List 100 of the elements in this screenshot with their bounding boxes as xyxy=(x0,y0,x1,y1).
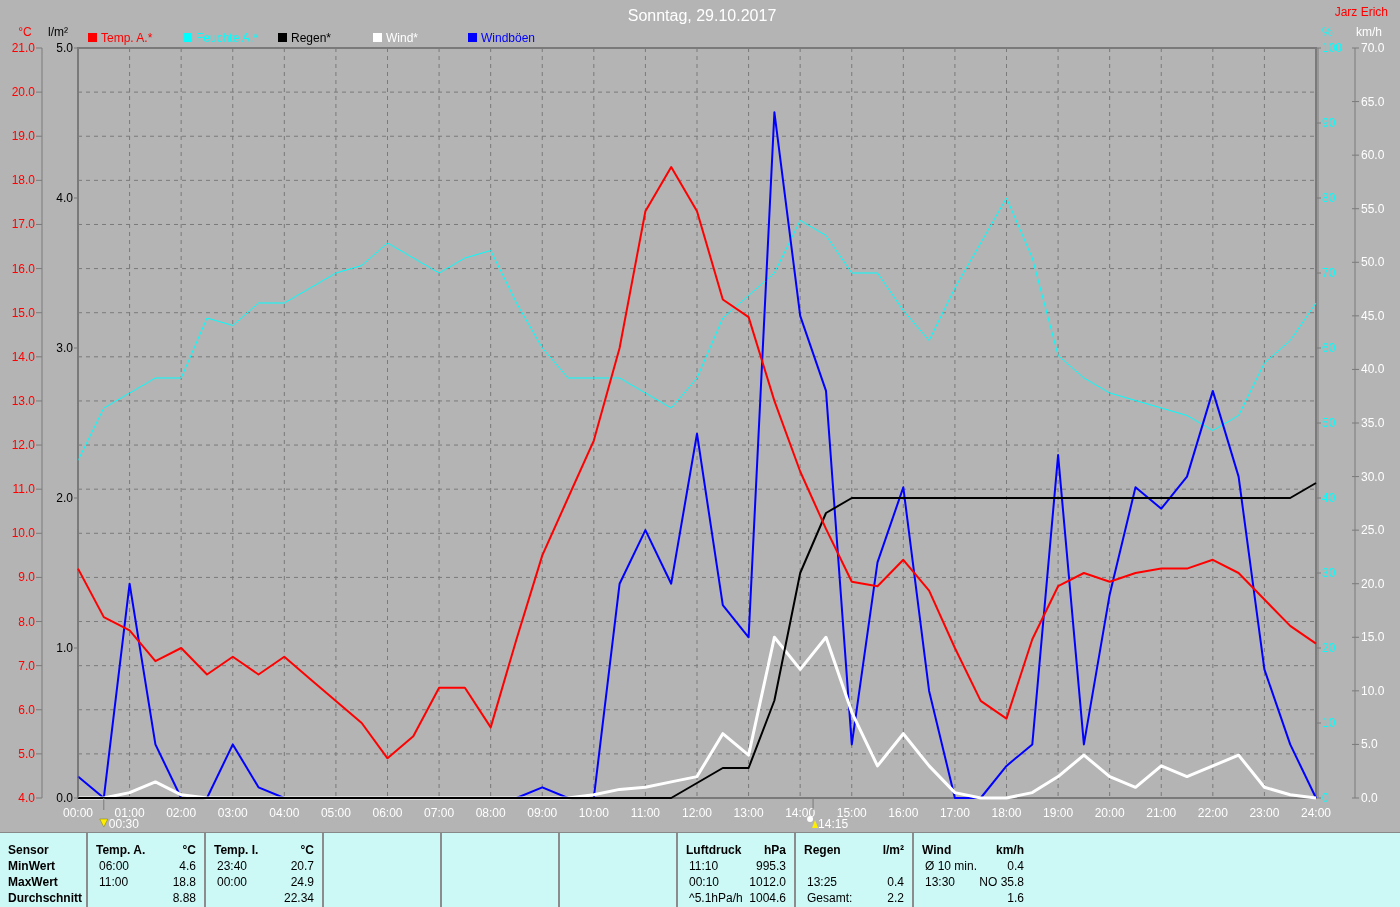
row-label: Sensor xyxy=(8,842,49,858)
column-header: Temp. I. xyxy=(214,842,259,858)
legend-label: Regen* xyxy=(291,31,332,45)
axis-tick-label: 19:00 xyxy=(1043,806,1074,820)
column-header: Luftdruck xyxy=(686,842,742,858)
table-cell: 0.4 xyxy=(1007,858,1024,874)
column-header: Wind xyxy=(922,842,952,858)
axis-tick-label: 21.0 xyxy=(11,41,35,55)
axis-tick-label: 11:00 xyxy=(630,806,660,820)
axis-tick-label: 20.0 xyxy=(11,85,35,100)
axis-tick-label: 70.0 xyxy=(1361,41,1385,55)
table-cell: 2.2 xyxy=(887,890,904,906)
unit-label: l/m² xyxy=(882,842,904,858)
axis-tick-label: 22:00 xyxy=(1197,806,1228,820)
table-cell: 18.8 xyxy=(172,874,196,890)
event-time-label: 14:15 xyxy=(818,817,849,831)
axis-tick-label: 08:00 xyxy=(475,806,506,820)
legend-label: Temp. A.* xyxy=(101,31,153,45)
legend-label: Wind* xyxy=(386,31,418,45)
axis-tick-label: 15.0 xyxy=(11,305,35,320)
table-cell-text: 11:00 xyxy=(98,874,129,890)
axis-tick-label: 55.0 xyxy=(1361,201,1385,216)
axis-tick-label: 14.0 xyxy=(11,349,35,364)
table-cell: 8.88 xyxy=(172,890,196,906)
table-cell-text: 11:10 xyxy=(688,858,719,874)
axis-tick-label: 01:00 xyxy=(114,806,145,820)
axis-tick-label: 19.0 xyxy=(11,129,35,144)
axis-tick-label: 70 xyxy=(1322,266,1336,280)
table-cell-text: 00:10 xyxy=(688,874,720,890)
axis-unit-label: °C xyxy=(18,25,32,39)
axis-tick-label: 03:00 xyxy=(217,806,248,820)
axis-tick-label: 12.0 xyxy=(11,438,35,453)
axis-tick-label: 05:00 xyxy=(320,806,351,820)
table-cell-text: 13:30 xyxy=(924,874,956,890)
axis-tick-label: 30.0 xyxy=(1361,469,1385,484)
axis-tick-label: 5.0 xyxy=(56,41,73,55)
axis-tick-label: 16.0 xyxy=(11,261,35,276)
column-header: Temp. A. xyxy=(96,842,146,858)
axis-tick-label: 10:00 xyxy=(578,806,609,820)
axis-tick-label: 17:00 xyxy=(939,806,970,820)
axis-tick-label: 23:00 xyxy=(1249,806,1280,820)
column-header: Regen xyxy=(804,842,841,858)
axis-tick-label: 24:00 xyxy=(1301,806,1331,820)
legend-swatch xyxy=(88,33,97,42)
legend-swatch xyxy=(183,33,192,42)
axis-tick-label: 100 xyxy=(1322,41,1343,55)
axis-tick-label: 5.0 xyxy=(1361,737,1378,752)
table-cell-text: 00:00 xyxy=(216,874,248,890)
table-cell: 1004.6 xyxy=(749,890,786,906)
axis-tick-label: 35.0 xyxy=(1361,416,1385,430)
axis-tick-label: 5.0 xyxy=(18,746,35,761)
table-cell-text: 23:40 xyxy=(216,858,248,874)
axis-tick-label: 17.0 xyxy=(11,217,35,232)
axis-tick-label: 20:00 xyxy=(1094,806,1125,820)
axis-tick-label: 09:00 xyxy=(527,806,558,820)
axis-tick-label: 10.0 xyxy=(1361,683,1385,698)
axis-tick-label: 25.0 xyxy=(1361,523,1385,538)
axis-unit-label: km/h xyxy=(1356,25,1382,39)
row-label: Durchschnitt xyxy=(8,890,82,906)
axis-tick-label: 00:00 xyxy=(63,806,93,820)
axis-unit-label: % xyxy=(1322,25,1333,39)
axis-tick-label: 7.0 xyxy=(18,658,35,673)
sun-arrow-icon xyxy=(99,818,109,828)
axis-tick-label: 20 xyxy=(1322,641,1336,655)
axis-tick-label: 50.0 xyxy=(1361,255,1385,270)
axis-tick-label: 60.0 xyxy=(1361,148,1385,163)
axis-tick-label: 40 xyxy=(1322,491,1336,505)
circle-arrow-icon xyxy=(807,816,819,828)
axis-tick-label: 02:00 xyxy=(166,806,197,820)
axis-tick-label: 10.0 xyxy=(11,526,35,541)
axis-tick-label: 90 xyxy=(1322,116,1336,130)
author-label: Jarz Erich xyxy=(1334,5,1388,19)
axis-tick-label: 15.0 xyxy=(1361,630,1385,645)
axis-tick-label: 21:00 xyxy=(1146,806,1177,820)
table-cell: 995.3 xyxy=(755,858,786,874)
row-label: MinWert xyxy=(8,858,56,874)
unit-label: km/h xyxy=(996,842,1024,858)
axis-tick-label: 06:00 xyxy=(372,806,403,820)
axis-tick-label: 11.0 xyxy=(12,482,35,497)
legend-label: Feuchte A.* xyxy=(196,31,259,45)
legend-label: Windböen xyxy=(481,31,536,45)
axis-tick-label: 04:00 xyxy=(269,806,300,820)
unit-label: °C xyxy=(300,842,314,858)
legend-swatch xyxy=(278,33,287,42)
legend-swatch xyxy=(468,33,477,42)
axis-tick-label: 65.0 xyxy=(1361,94,1385,109)
axis-tick-label: 10 xyxy=(1322,716,1336,730)
axis-tick-label: 50 xyxy=(1322,416,1336,430)
axis-tick-label: 12:00 xyxy=(682,806,712,820)
axis-tick-label: 4.0 xyxy=(18,791,35,805)
table-cell: 24.9 xyxy=(290,874,314,890)
axis-tick-label: 16:00 xyxy=(888,806,919,820)
axis-tick-label: 80 xyxy=(1322,191,1336,205)
axis-tick-label: 4.0 xyxy=(56,191,73,205)
axis-tick-label: 9.0 xyxy=(18,570,35,585)
axis-tick-label: 14:00 xyxy=(785,806,816,820)
axis-tick-label: 0.0 xyxy=(1361,791,1378,805)
table-cell-text: 06:00 xyxy=(98,858,130,874)
axis-unit-label: l/m² xyxy=(48,25,68,39)
axis-tick-label: 40.0 xyxy=(1361,362,1385,377)
